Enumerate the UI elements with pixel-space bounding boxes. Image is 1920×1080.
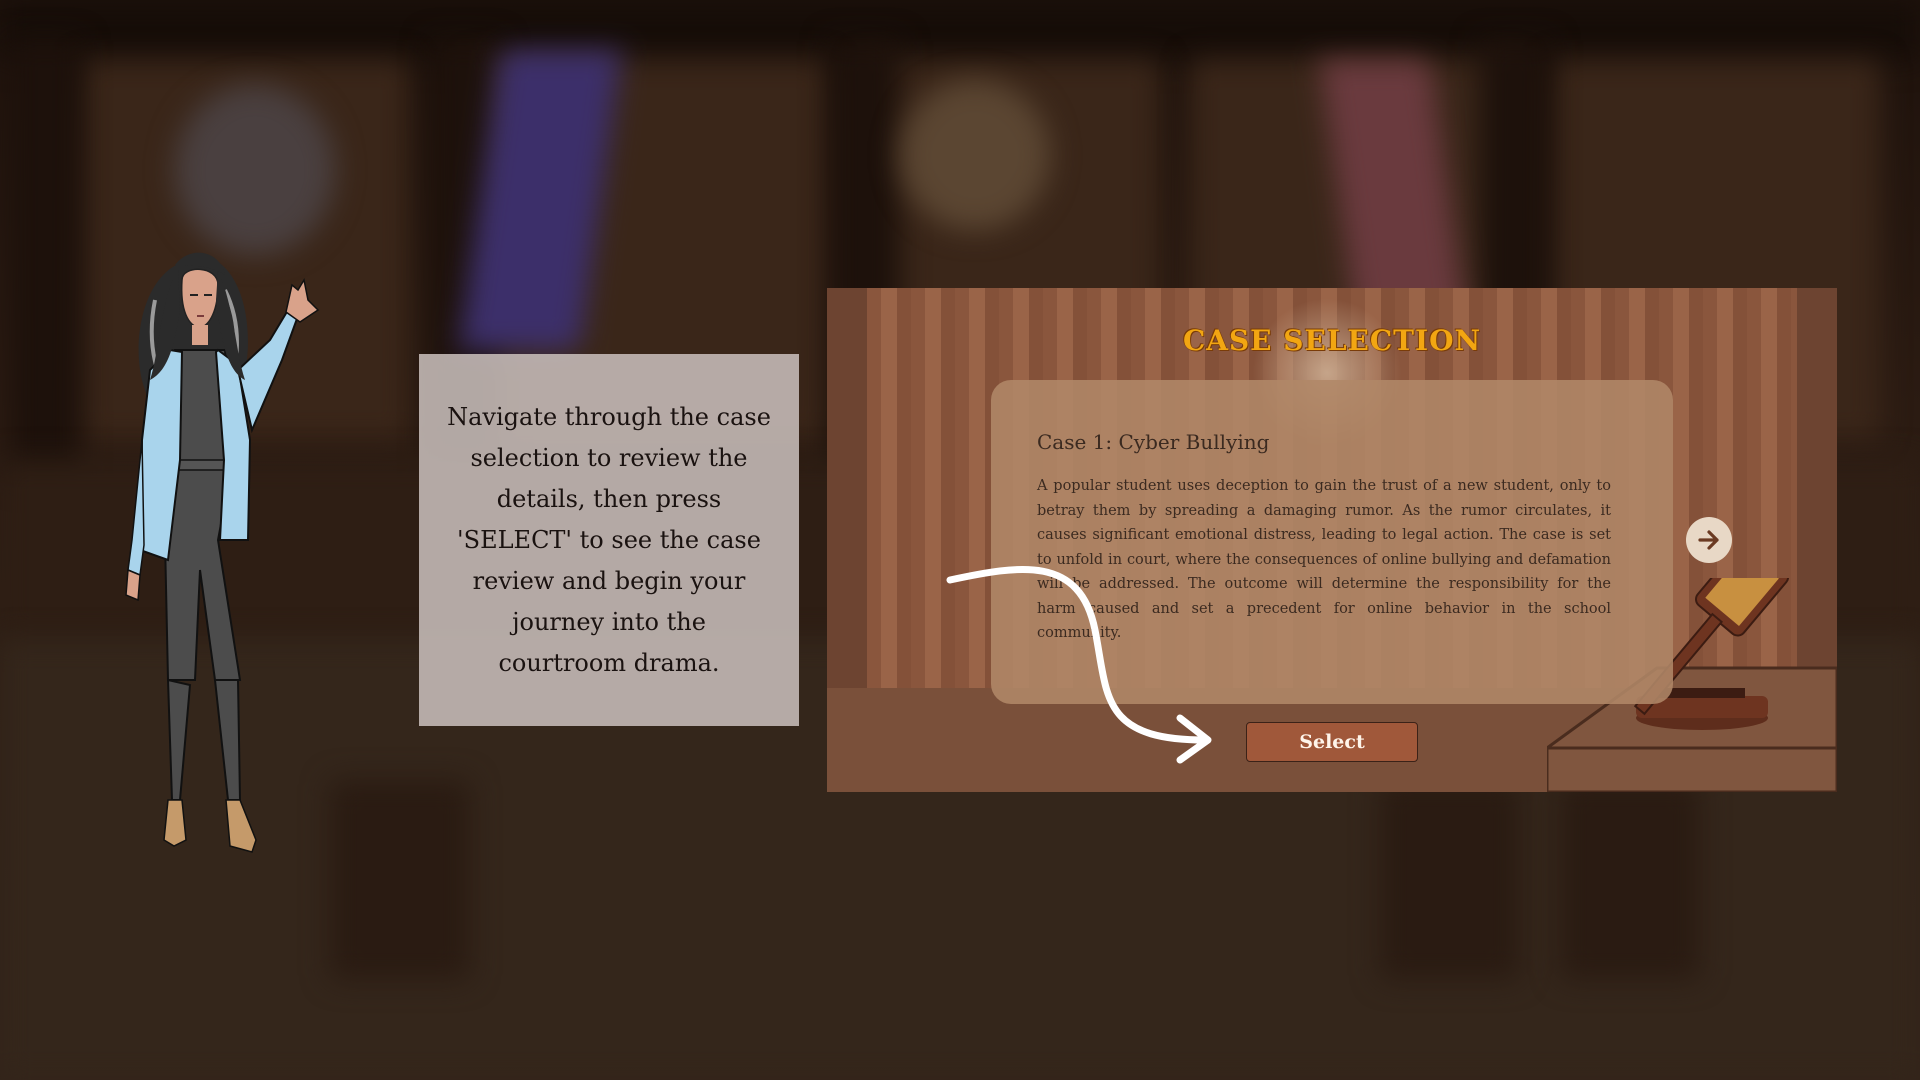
arrow-right-icon (1698, 530, 1719, 550)
next-case-button[interactable] (1686, 517, 1732, 563)
tutorial-pointer-arrow (946, 566, 1212, 764)
case-name: Case 1: Cyber Bullying (1037, 430, 1270, 454)
case-selection-title: CASE SELECTION (1182, 324, 1482, 357)
instruction-text: Navigate through the case selection to r… (447, 402, 771, 677)
instruction-dialog: Navigate through the case selection to r… (419, 354, 799, 726)
select-button[interactable]: Select (1246, 722, 1418, 762)
lawyer-character (125, 252, 320, 853)
